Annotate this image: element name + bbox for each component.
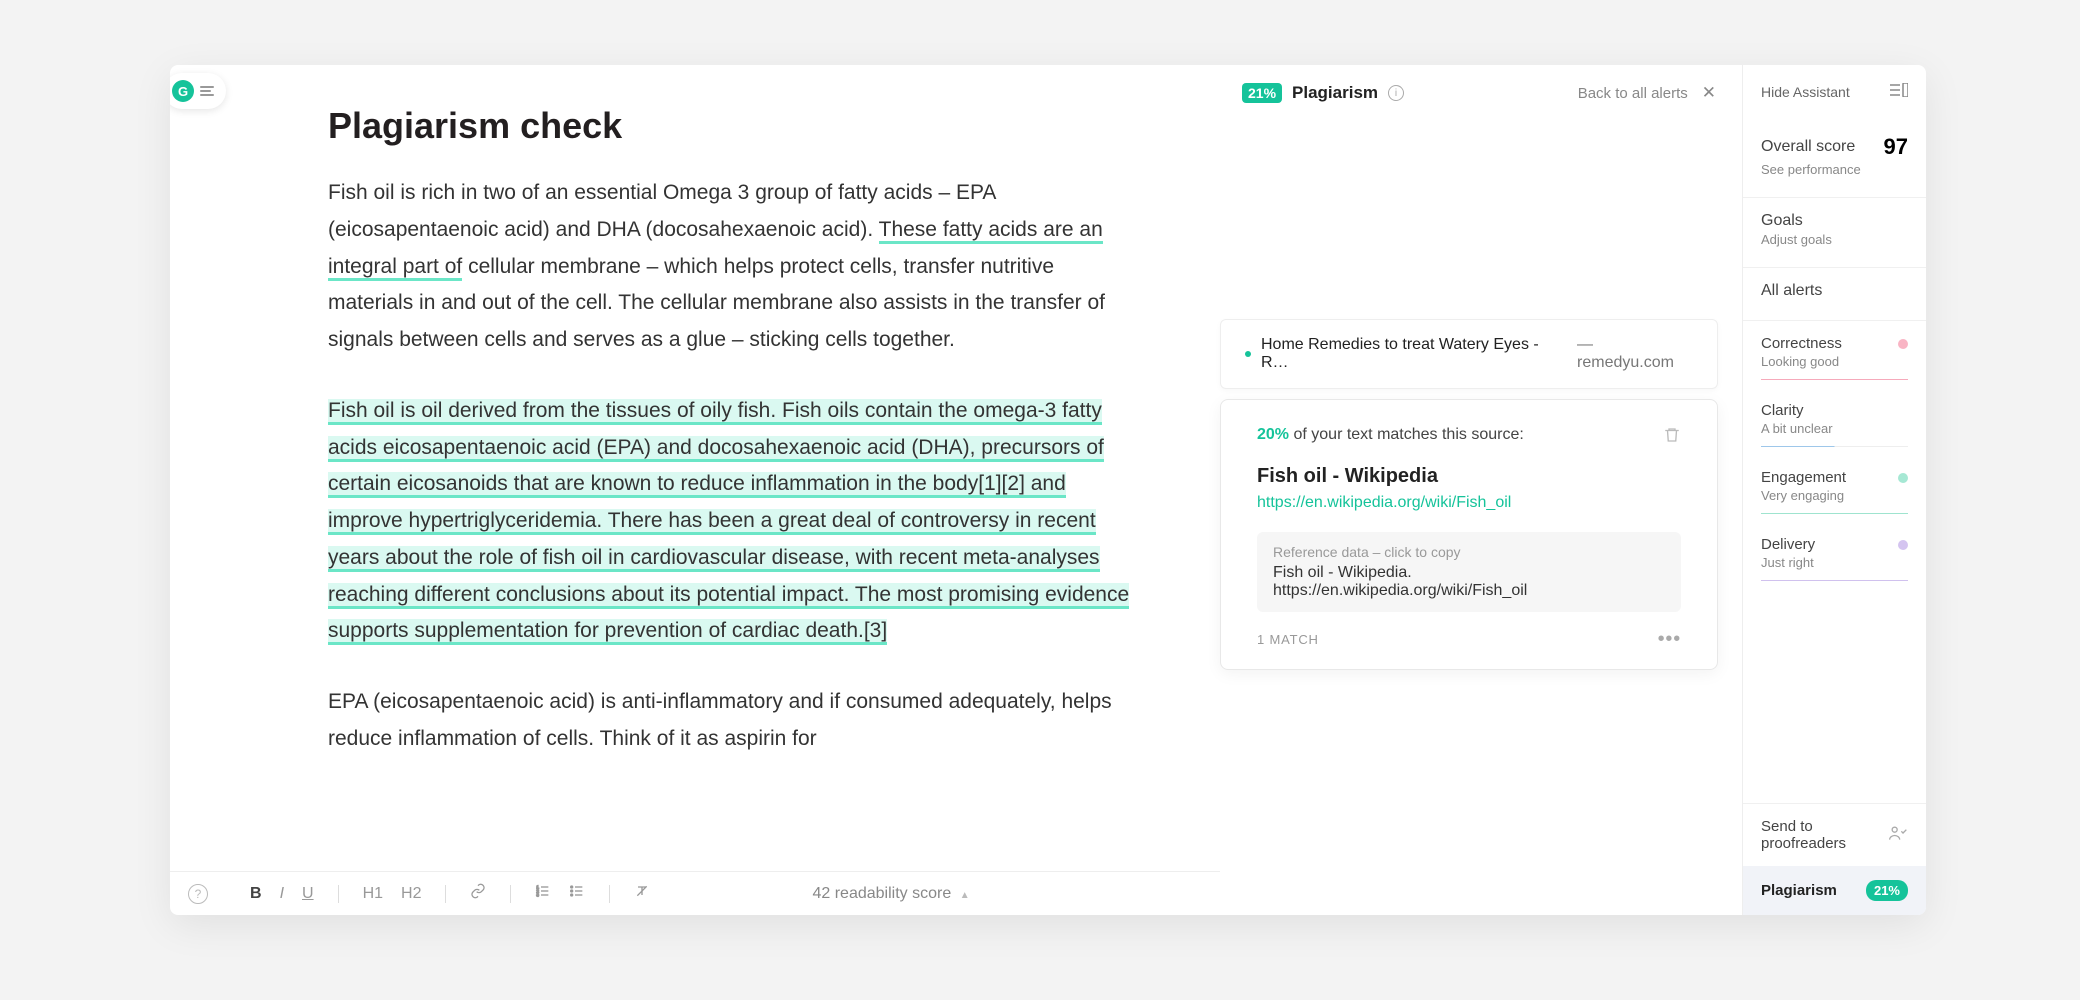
category-correctness[interactable]: Correctness Looking good bbox=[1743, 325, 1926, 392]
panel-collapse-icon[interactable] bbox=[1890, 83, 1908, 100]
category-clarity[interactable]: Clarity A bit unclear bbox=[1743, 392, 1926, 459]
goals-label: Goals bbox=[1761, 212, 1908, 230]
send-to-proofreaders-button[interactable]: Send to proofreaders bbox=[1743, 803, 1926, 866]
match-card-wikipedia: 20% of your text matches this source: Fi… bbox=[1220, 399, 1718, 670]
caret-up-icon: ▲ bbox=[960, 890, 970, 901]
clarity-title: Clarity bbox=[1761, 402, 1804, 419]
plagiarism-header-label: Plagiarism bbox=[1292, 83, 1378, 103]
hide-assistant-button[interactable]: Hide Assistant bbox=[1761, 84, 1850, 100]
bold-button[interactable]: B bbox=[248, 885, 264, 903]
close-icon[interactable]: ✕ bbox=[1698, 83, 1720, 103]
correctness-sub: Looking good bbox=[1761, 354, 1908, 369]
info-icon[interactable]: i bbox=[1388, 85, 1404, 101]
alerts-pane: 21% Plagiarism i Back to all alerts ✕ Ho… bbox=[1220, 65, 1742, 915]
h2-button[interactable]: H2 bbox=[399, 885, 423, 903]
proofreader-icon bbox=[1888, 823, 1908, 847]
proofread-label: Send to proofreaders bbox=[1761, 818, 1888, 852]
category-delivery[interactable]: Delivery Just right bbox=[1743, 526, 1926, 593]
engagement-title: Engagement bbox=[1761, 469, 1846, 486]
h1-button[interactable]: H1 bbox=[361, 885, 385, 903]
all-alerts-label: All alerts bbox=[1761, 282, 1908, 300]
match-of-text: of your text matches this source: bbox=[1289, 426, 1524, 443]
more-menu-icon[interactable]: ••• bbox=[1658, 628, 1681, 651]
status-dot-icon bbox=[1898, 540, 1908, 550]
trash-icon[interactable] bbox=[1663, 426, 1681, 449]
overall-score-section[interactable]: Overall score 97 See performance bbox=[1743, 124, 1926, 193]
match-source-title: Fish oil - Wikipedia bbox=[1257, 465, 1681, 488]
plagiarism-label: Plagiarism bbox=[1761, 882, 1837, 899]
document-body[interactable]: Fish oil is rich in two of an essential … bbox=[328, 175, 1130, 792]
plagiarism-row[interactable]: Plagiarism 21% bbox=[1743, 866, 1926, 915]
source-preview-domain: — remedyu.com bbox=[1577, 336, 1693, 372]
goals-section[interactable]: Goals Adjust goals bbox=[1743, 202, 1926, 263]
assistant-sidebar: Hide Assistant Overall score 97 See perf… bbox=[1742, 65, 1926, 915]
source-preview-title: Home Remedies to treat Watery Eyes - R… bbox=[1261, 336, 1567, 372]
status-dot-icon bbox=[1898, 473, 1908, 483]
match-count-label: 1 MATCH bbox=[1257, 632, 1319, 647]
svg-text:3: 3 bbox=[537, 892, 540, 897]
unordered-list-button[interactable] bbox=[567, 883, 587, 904]
underline-button[interactable]: U bbox=[300, 885, 316, 903]
highlight-plagiarism[interactable]: Fish oil is oil derived from the tissues… bbox=[328, 399, 1129, 646]
ordered-list-button[interactable]: 123 bbox=[533, 883, 553, 904]
editor-pane: Plagiarism check Fish oil is rich in two… bbox=[170, 65, 1220, 915]
all-alerts-section[interactable]: All alerts bbox=[1743, 272, 1926, 316]
source-dot-icon bbox=[1245, 351, 1251, 357]
reference-data-box[interactable]: Reference data – click to copy Fish oil … bbox=[1257, 532, 1681, 612]
delivery-title: Delivery bbox=[1761, 536, 1815, 553]
reference-label: Reference data – click to copy bbox=[1273, 544, 1665, 560]
see-performance-link[interactable]: See performance bbox=[1761, 162, 1908, 177]
reference-value: Fish oil - Wikipedia. https://en.wikiped… bbox=[1273, 564, 1665, 600]
engagement-sub: Very engaging bbox=[1761, 488, 1908, 503]
delivery-sub: Just right bbox=[1761, 555, 1908, 570]
paragraph-1[interactable]: Fish oil is rich in two of an essential … bbox=[328, 175, 1130, 359]
overall-score-label: Overall score bbox=[1761, 138, 1855, 156]
document-title[interactable]: Plagiarism check bbox=[328, 105, 1130, 147]
readability-score[interactable]: 42 readability score bbox=[812, 885, 951, 902]
plagiarism-badge: 21% bbox=[1866, 880, 1908, 901]
paragraph-3[interactable]: EPA (eicosapentaenoic acid) is anti-infl… bbox=[328, 684, 1130, 758]
adjust-goals-link[interactable]: Adjust goals bbox=[1761, 232, 1908, 247]
category-engagement[interactable]: Engagement Very engaging bbox=[1743, 459, 1926, 526]
link-button[interactable] bbox=[468, 883, 488, 904]
clarity-sub: A bit unclear bbox=[1761, 421, 1908, 436]
status-dot-icon bbox=[1898, 339, 1908, 349]
plagiarism-percent-badge: 21% bbox=[1242, 83, 1282, 103]
paragraph-2[interactable]: Fish oil is oil derived from the tissues… bbox=[328, 393, 1130, 650]
overall-score-value: 97 bbox=[1884, 134, 1908, 160]
correctness-title: Correctness bbox=[1761, 335, 1842, 352]
source-card-remedyu[interactable]: Home Remedies to treat Watery Eyes - R… … bbox=[1220, 319, 1718, 389]
help-icon[interactable]: ? bbox=[188, 884, 208, 904]
match-source-url-link[interactable]: https://en.wikipedia.org/wiki/Fish_oil bbox=[1257, 494, 1681, 512]
back-to-alerts-button[interactable]: Back to all alerts bbox=[1578, 85, 1688, 102]
clear-formatting-button[interactable] bbox=[632, 883, 652, 904]
italic-button[interactable]: I bbox=[278, 885, 286, 903]
bottom-toolbar: ? B I U H1 H2 123 bbox=[170, 871, 1220, 915]
match-percent: 20% bbox=[1257, 426, 1289, 443]
